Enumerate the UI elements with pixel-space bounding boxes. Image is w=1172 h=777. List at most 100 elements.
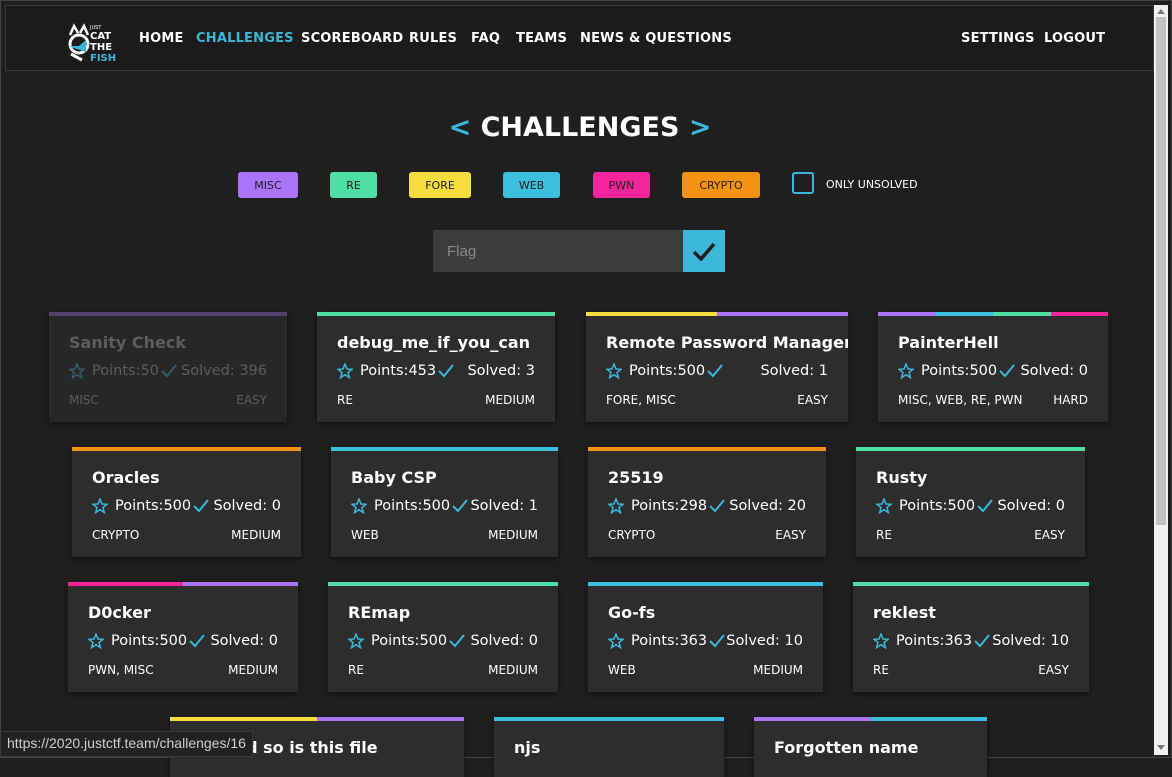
- solved-check-icon: [709, 634, 725, 648]
- challenge-card[interactable]: Remote Password Manager Points: 500 Solved…: [586, 312, 848, 422]
- challenge-card[interactable]: REmap Points: 500 Solved: 0 RE MEDIUM: [328, 582, 558, 692]
- nav-rules[interactable]: RULES: [409, 31, 457, 46]
- challenge-categories: FORE, MISC: [606, 393, 676, 407]
- star-icon[interactable]: [608, 633, 624, 649]
- challenge-card[interactable]: PainterHell Points: 500 Solved: 0 MISC, WEB…: [878, 312, 1108, 422]
- solved-label: Solved:: [997, 498, 1056, 514]
- nav-news-questions[interactable]: NEWS & QUESTIONS: [580, 31, 732, 46]
- solved-check-icon: [438, 364, 454, 378]
- nav-logout[interactable]: LOGOUT: [1044, 31, 1105, 46]
- challenge-points: Points: 363: [608, 633, 729, 649]
- challenge-card[interactable]: reklest Points: 363 Solved: 10 RE EASY: [853, 582, 1089, 692]
- scroll-thumb[interactable]: [1156, 17, 1166, 525]
- challenge-difficulty: EASY: [1038, 663, 1069, 677]
- challenge-card[interactable]: Rusty Points: 500 Solved: 0 RE EASY: [856, 447, 1085, 557]
- filter-re[interactable]: RE: [330, 172, 377, 198]
- challenge-categories: CRYPTO: [608, 528, 656, 542]
- solved-label: Solved:: [210, 633, 269, 649]
- challenge-points: Points: 50: [69, 363, 181, 379]
- star-icon[interactable]: [337, 363, 353, 379]
- solved-check-icon: [977, 499, 993, 513]
- challenge-card[interactable]: debug_me_if_you_can Points: 453 Solved: 3 R…: [317, 312, 555, 422]
- star-icon[interactable]: [92, 498, 108, 514]
- challenge-difficulty: EASY: [775, 528, 806, 542]
- logo-cat-text: CAT: [90, 31, 111, 42]
- challenge-categories: CRYPTO: [92, 528, 140, 542]
- nav-teams[interactable]: TEAMS: [516, 31, 567, 46]
- challenge-categories: PWN, MISC: [88, 663, 154, 677]
- star-icon[interactable]: [348, 633, 364, 649]
- challenge-solved-count: Solved: 3: [467, 363, 535, 379]
- category-color-bar: [878, 312, 1108, 316]
- challenge-solved-count: Solved: 0: [213, 498, 281, 514]
- challenge-card[interactable]: Forgotten name: [754, 717, 987, 777]
- star-icon[interactable]: [351, 498, 367, 514]
- scroll-down-arrow-icon[interactable]: [1157, 745, 1165, 750]
- challenge-card[interactable]: Oracles Points: 500 Solved: 0 CRYPTO MEDIUM: [72, 447, 301, 557]
- category-color-bar: [856, 447, 1085, 451]
- solved-check-icon: [449, 634, 465, 648]
- star-icon[interactable]: [876, 498, 892, 514]
- category-color-bar: [72, 447, 301, 451]
- points-value: 500: [163, 498, 192, 514]
- only-unsolved-checkbox[interactable]: [792, 172, 814, 194]
- nav-challenges[interactable]: CHALLENGES: [196, 31, 294, 46]
- logo-the-text: THE: [90, 42, 112, 53]
- challenge-difficulty: MEDIUM: [228, 663, 278, 677]
- filter-web[interactable]: WEB: [503, 172, 560, 198]
- solved-label: Solved:: [467, 363, 526, 379]
- nav-home[interactable]: HOME: [139, 31, 184, 46]
- nav-settings[interactable]: SETTINGS: [961, 31, 1035, 46]
- challenge-categories: RE: [873, 663, 889, 677]
- challenge-points: Points: 500: [606, 363, 727, 379]
- flag-submit-button[interactable]: [683, 230, 725, 272]
- scroll-up-arrow-icon[interactable]: [1157, 9, 1165, 14]
- solved-value: 0: [1078, 363, 1088, 379]
- challenge-difficulty: MEDIUM: [753, 663, 803, 677]
- category-color-bar: [331, 447, 558, 451]
- challenge-card[interactable]: Sanity Check Points: 50 Solved: 396 MISC EAS…: [49, 312, 287, 422]
- challenge-card[interactable]: Baby CSP Points: 500 Solved: 1 WEB MEDIUM: [331, 447, 558, 557]
- only-unsolved-label: ONLY UNSOLVED: [826, 178, 918, 191]
- nav-faq[interactable]: FAQ: [471, 31, 500, 46]
- star-icon[interactable]: [898, 363, 914, 379]
- star-icon[interactable]: [873, 633, 889, 649]
- challenge-points: Points: 500: [876, 498, 997, 514]
- vertical-scrollbar[interactable]: [1154, 5, 1168, 755]
- challenge-card[interactable]: njs: [494, 717, 724, 777]
- star-icon[interactable]: [69, 363, 85, 379]
- points-value: 363: [679, 633, 708, 649]
- solved-check-icon: [161, 364, 177, 378]
- nav-scoreboard[interactable]: SCOREBOARD: [301, 31, 403, 46]
- challenge-name: Forgotten name: [774, 738, 919, 757]
- points-value: 298: [679, 498, 708, 514]
- solved-value: 0: [528, 633, 538, 649]
- points-value: 500: [419, 633, 448, 649]
- challenge-difficulty: MEDIUM: [488, 663, 538, 677]
- filter-crypto[interactable]: CRYPTO: [682, 172, 760, 198]
- challenge-card[interactable]: Go-fs Points: 363 Solved: 10 WEB MEDIUM: [588, 582, 823, 692]
- challenge-card[interactable]: D0cker Points: 500 Solved: 0 PWN, MISC MEDIU…: [68, 582, 298, 692]
- page-title: < CHALLENGES >: [0, 112, 1160, 143]
- challenge-points: Points: 500: [88, 633, 209, 649]
- points-label: Points:: [631, 498, 680, 514]
- challenge-name: debug_me_if_you_can: [337, 333, 531, 352]
- filter-fore[interactable]: FORE: [409, 172, 471, 198]
- challenge-categories: RE: [337, 393, 353, 407]
- points-label: Points:: [115, 498, 164, 514]
- star-icon[interactable]: [88, 633, 104, 649]
- category-color-bar: [588, 582, 823, 586]
- category-color-bar: [586, 312, 848, 316]
- star-icon[interactable]: [608, 498, 624, 514]
- challenge-points: Points: 500: [898, 363, 1019, 379]
- star-icon[interactable]: [606, 363, 622, 379]
- solved-label: Solved:: [760, 363, 819, 379]
- filter-misc[interactable]: MISC: [238, 172, 298, 198]
- points-label: Points:: [921, 363, 970, 379]
- challenge-points: Points: 453: [337, 363, 458, 379]
- justcatthefish-logo[interactable]: JUST CAT THE FISH: [66, 20, 128, 64]
- challenge-solved-count: Solved: 10: [992, 633, 1069, 649]
- filter-pwn[interactable]: PWN: [593, 172, 650, 198]
- flag-input[interactable]: [433, 230, 684, 272]
- challenge-card[interactable]: 25519 Points: 298 Solved: 20 CRYPTO EASY: [588, 447, 826, 557]
